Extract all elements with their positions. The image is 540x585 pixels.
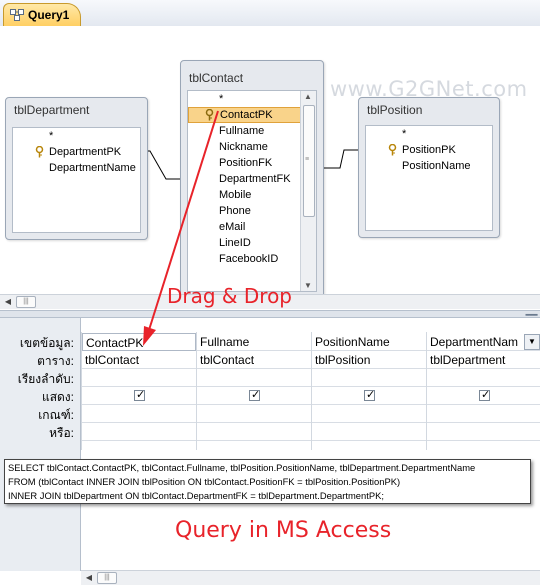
scroll-left-icon[interactable]: ◀ [2,296,14,307]
field-item[interactable]: Mobile [188,187,316,203]
field-item[interactable]: FacebookID [188,251,316,267]
field-item[interactable]: * [366,126,492,142]
field-cell-text: DepartmentNam [430,335,519,349]
scroll-thumb[interactable]: ≡ [303,105,315,217]
field-item[interactable]: PositionFK [188,155,316,171]
row-label-sort: เรียงลำดับ: [17,372,74,386]
row-label-show: แสดง: [41,390,74,404]
show-checkbox[interactable]: ✓ [364,389,375,401]
row-label-field: เขตข้อมูล: [19,336,74,350]
show-cell: ✓ [82,387,196,405]
field-cell[interactable]: ContactPK [82,333,196,351]
table-title: tblContact [189,71,244,85]
query-design-pane: www.G2GNet.com tblDepartment * Departmen… [0,26,540,309]
row-header-column: เขตข้อมูล: ตาราง: เรียงลำดับ: แสดง: เกณฑ… [0,318,81,571]
sql-line: SELECT tblContact.ContactPK, tblContact.… [8,462,476,473]
scroll-up-icon[interactable]: ▲ [304,92,312,101]
field-item[interactable]: LineID [188,235,316,251]
field-list: * PositionPK PositionName [365,125,493,231]
sort-cell[interactable] [312,369,426,387]
or-cell[interactable] [82,423,196,441]
criteria-cell[interactable] [312,405,426,423]
field-item[interactable]: Fullname [188,123,316,139]
sort-cell[interactable] [427,369,540,387]
scroll-thumb[interactable]: ||| [97,572,117,584]
sql-line: INNER JOIN tblDepartment ON tblContact.D… [8,490,384,501]
scroll-left-icon[interactable]: ◀ [83,572,95,583]
grid-horizontal-scrollbar[interactable]: ◀ ||| [81,570,540,585]
field-item[interactable]: DepartmentPK [13,144,140,160]
table-tbldepartment[interactable]: tblDepartment * DepartmentPK DepartmentN… [5,97,148,240]
primary-key-icon [35,146,44,158]
field-item[interactable]: DepartmentFK [188,171,316,187]
field-item[interactable]: * [13,128,140,144]
row-label-criteria: เกณฑ์: [38,408,74,422]
dropdown-arrow-icon[interactable]: ▼ [524,334,540,350]
query-annotation: Query in MS Access [175,518,392,543]
show-cell: ✓ [197,387,311,405]
show-checkbox[interactable]: ✓ [479,389,490,401]
scroll-down-icon[interactable]: ▼ [304,281,312,290]
criteria-cell[interactable] [82,405,196,423]
scroll-thumb[interactable]: ||| [16,296,36,308]
field-list: * DepartmentPK DepartmentName [12,127,141,233]
field-item[interactable]: * [188,91,316,107]
field-cell[interactable]: Fullname [197,333,311,351]
show-checkbox[interactable]: ✓ [134,389,145,401]
document-tab-strip: Query1 [0,0,540,27]
field-list-scrollbar[interactable]: ▲ ≡ ▼ [300,91,316,291]
criteria-cell[interactable] [197,405,311,423]
pane-splitter[interactable]: ▪▪▪▪▪▪▪▪ [0,310,540,319]
field-cell[interactable]: PositionName [312,333,426,351]
field-list: * ContactPK Fullname Nickname PositionFK… [187,90,317,292]
grid-column[interactable]: ContactPK tblContact ✓ [81,332,196,450]
tab-label: Query1 [28,8,70,22]
sql-statement-box: SELECT tblContact.ContactPK, tblContact.… [4,459,531,504]
field-item-selected[interactable]: ContactPK [188,107,301,123]
field-cell[interactable]: DepartmentNam ▼ [427,333,540,351]
table-title: tblDepartment [14,103,90,117]
or-cell[interactable] [197,423,311,441]
primary-key-icon [388,144,397,156]
show-checkbox[interactable]: ✓ [249,389,260,401]
sort-cell[interactable] [197,369,311,387]
grid-column[interactable]: PositionName tblPosition ✓ [311,332,426,450]
table-tblcontact[interactable]: tblContact * ContactPK Fullname Nickname… [180,60,324,299]
table-tblposition[interactable]: tblPosition * PositionPK PositionName [358,97,500,238]
field-item[interactable]: eMail [188,219,316,235]
sort-cell[interactable] [82,369,196,387]
table-cell[interactable]: tblDepartment [427,351,540,369]
or-cell[interactable] [427,423,540,441]
or-cell[interactable] [312,423,426,441]
tab-query1[interactable]: Query1 [3,3,81,26]
field-item[interactable]: Nickname [188,139,316,155]
field-item[interactable]: Phone [188,203,316,219]
row-label-or: หรือ: [49,426,74,440]
row-label-table: ตาราง: [37,354,74,368]
grid-column[interactable]: Fullname tblContact ✓ [196,332,311,450]
field-item[interactable]: DepartmentName [13,160,140,176]
sql-line: FROM (tblContact INNER JOIN tblPosition … [8,476,401,487]
grid-column[interactable]: DepartmentNam ▼ tblDepartment ✓ [426,332,540,450]
table-cell[interactable]: tblPosition [312,351,426,369]
primary-key-icon [205,109,214,121]
criteria-cell[interactable] [427,405,540,423]
table-cell[interactable]: tblContact [82,351,196,369]
field-item[interactable]: PositionName [366,158,492,174]
query-icon [10,9,24,21]
drag-drop-annotation: Drag & Drop [167,284,292,308]
query-design-grid: เขตข้อมูล: ตาราง: เรียงลำดับ: แสดง: เกณฑ… [0,318,540,585]
table-title: tblPosition [367,103,423,117]
field-item[interactable]: PositionPK [366,142,492,158]
show-cell: ✓ [427,387,540,405]
show-cell: ✓ [312,387,426,405]
table-cell[interactable]: tblContact [197,351,311,369]
